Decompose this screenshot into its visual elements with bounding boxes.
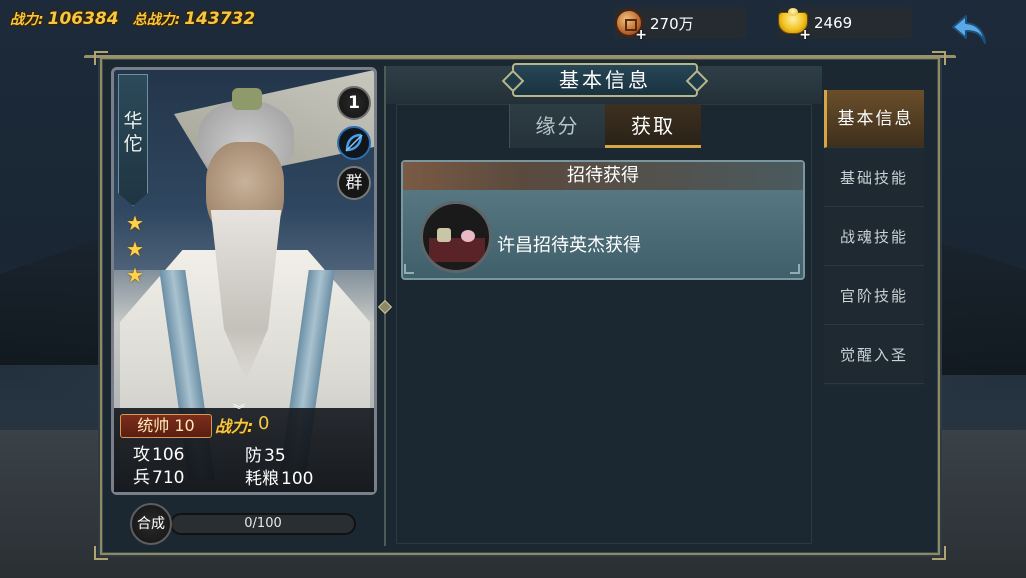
obtain-source-text: 许昌招待英杰获得 <box>497 235 641 256</box>
frame-corner <box>94 51 108 65</box>
card-corner <box>404 264 414 274</box>
hero-power-value: 0 <box>258 413 270 434</box>
back-arrow-icon <box>952 15 986 44</box>
hospitality-icon <box>420 201 492 273</box>
synthesize-button[interactable]: 合成 <box>130 503 172 545</box>
nav-rank-skills[interactable]: 官阶技能 <box>824 267 924 325</box>
hero-stars: ★ ★ ★ <box>124 212 146 286</box>
gold-ingot-icon: + <box>776 6 811 42</box>
power-value: 106384 <box>47 9 119 29</box>
add-gold-icon[interactable]: + <box>799 28 811 42</box>
frame-corner <box>94 546 108 560</box>
hero-faction-badge: 群 <box>337 166 371 200</box>
commander-badge: 统帅 10 <box>120 414 212 438</box>
hero-level-badge: 1 <box>337 86 371 120</box>
power-summary: 战力: 106384 总战力: 143732 <box>10 6 255 32</box>
star-icon: ★ <box>126 211 144 235</box>
defense-stat: 防 35 <box>245 441 286 466</box>
total-power-value: 143732 <box>184 9 256 29</box>
card-corner <box>790 264 800 274</box>
gold-value: 2469 <box>814 14 853 32</box>
defense-label: 防 <box>245 446 262 466</box>
tab-obtain[interactable]: 获取 <box>605 104 701 148</box>
add-copper-icon[interactable]: + <box>635 28 647 42</box>
food-stat: 耗粮 100 <box>245 464 313 489</box>
tabs: 缘分 获取 <box>509 104 701 148</box>
nav-war-soul-skills[interactable]: 战魂技能 <box>824 208 924 266</box>
synthesis-progress-text: 0/100 <box>244 516 282 531</box>
star-icon: ★ <box>126 237 144 261</box>
attack-value: 106 <box>152 445 185 465</box>
total-power-label: 总战力: <box>132 12 181 28</box>
panel-title: 基本信息 <box>512 63 698 97</box>
tab-affinity[interactable]: 缘分 <box>509 104 605 148</box>
food-label: 耗粮 <box>245 469 279 489</box>
copper-coin-icon: + <box>612 6 647 42</box>
hero-power-label: 战力: <box>215 417 254 436</box>
nav-basic-info[interactable]: 基本信息 <box>824 90 924 148</box>
bow-weapon-icon <box>337 126 371 160</box>
frame-corner <box>932 546 946 560</box>
back-button[interactable] <box>948 10 992 50</box>
troops-label: 兵 <box>133 468 150 488</box>
attack-label: 攻 <box>133 445 150 465</box>
troops-value: 710 <box>152 468 185 488</box>
nav-basic-skills[interactable]: 基础技能 <box>824 149 924 207</box>
obtain-source-header: 招待获得 <box>403 162 803 190</box>
copper-value: 270万 <box>650 14 694 33</box>
star-icon: ★ <box>126 263 144 287</box>
copper-resource[interactable]: + 270万 <box>612 6 746 42</box>
power-label: 战力: <box>10 12 44 28</box>
defense-value: 35 <box>264 446 286 466</box>
food-value: 100 <box>281 469 314 489</box>
hero-name: 华佗 <box>123 110 143 155</box>
attack-stat: 攻 106 <box>133 440 184 465</box>
gold-resource[interactable]: + 2469 <box>776 6 912 42</box>
troops-stat: 兵 710 <box>133 463 184 488</box>
frame-corner <box>932 51 946 65</box>
nav-awakening[interactable]: 觉醒入圣 <box>824 326 924 384</box>
